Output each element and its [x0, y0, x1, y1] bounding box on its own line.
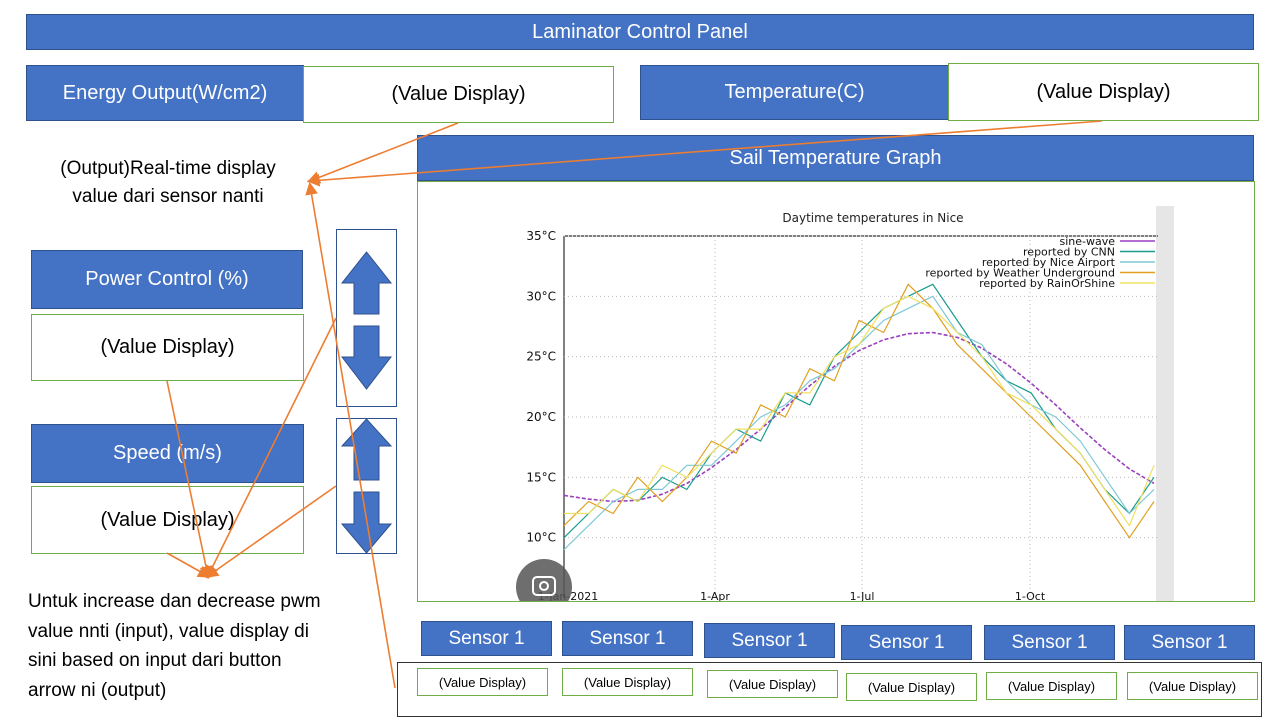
chart-scrollbar	[1156, 206, 1174, 601]
output-note: (Output)Real-time display value dari sen…	[28, 155, 308, 211]
down-arrow-icon[interactable]	[340, 491, 393, 554]
power-decrease-button[interactable]	[340, 325, 393, 390]
input-note-line: arrow ni (output)	[28, 679, 167, 701]
sensor-label: Sensor 1	[1124, 625, 1255, 660]
input-note-line: value nnti (input), value display di	[28, 620, 309, 642]
down-arrow-icon[interactable]	[340, 325, 393, 390]
x-tick-label: 1-Oct	[1015, 590, 1046, 601]
power-increase-button[interactable]	[340, 251, 393, 315]
power-control-value: (Value Display)	[31, 314, 304, 381]
energy-output-label: Energy Output(W/cm2)	[26, 65, 304, 121]
power-arrow-group	[336, 229, 397, 407]
up-arrow-icon[interactable]	[340, 251, 393, 315]
sensor-label: Sensor 1	[841, 625, 972, 660]
sensor-label: Sensor 1	[421, 621, 552, 656]
sensor-value: (Value Display)	[1127, 672, 1258, 700]
up-arrow-icon[interactable]	[340, 418, 393, 481]
sensor-value: (Value Display)	[846, 673, 977, 701]
input-note-line: Untuk increase dan decrease pwm	[28, 591, 321, 612]
chart-title: Daytime temperatures in Nice	[782, 211, 963, 225]
sensor-label: Sensor 1	[562, 621, 693, 656]
panel-title: Laminator Control Panel	[26, 14, 1254, 50]
sensor-value: (Value Display)	[417, 668, 548, 696]
y-tick-label: 15°C	[526, 470, 556, 484]
speed-label: Speed (m/s)	[31, 424, 304, 483]
y-tick-label: 30°C	[526, 289, 556, 303]
x-tick-label: 1-Apr	[700, 590, 730, 601]
input-note: Untuk increase dan decrease pwm value nn…	[28, 587, 388, 705]
y-tick-label: 25°C	[526, 350, 556, 364]
y-tick-label: 10°C	[526, 531, 556, 545]
sensor-label: Sensor 1	[984, 625, 1115, 660]
input-note-line: sini based on input dari button	[28, 650, 282, 671]
energy-output-value: (Value Display)	[303, 66, 614, 123]
sensor-value: (Value Display)	[707, 670, 838, 698]
output-note-line: value dari sensor nanti	[72, 186, 264, 207]
graph-header: Sail Temperature Graph	[417, 135, 1254, 181]
speed-decrease-button[interactable]	[340, 491, 393, 554]
speed-arrow-group	[336, 418, 397, 554]
sensor-value: (Value Display)	[986, 672, 1117, 700]
power-control-label: Power Control (%)	[31, 250, 303, 309]
output-note-line: (Output)Real-time display	[60, 158, 276, 179]
series-line-2	[563, 295, 1155, 551]
y-tick-label: 20°C	[526, 410, 556, 424]
speed-increase-button[interactable]	[340, 418, 393, 481]
temperature-value: (Value Display)	[948, 63, 1259, 121]
speed-value: (Value Display)	[31, 486, 304, 554]
x-tick-label: 1-Jul	[850, 590, 875, 601]
sensor-label: Sensor 1	[704, 623, 835, 658]
series-line-3	[563, 283, 1155, 539]
legend-label: reported by RainOrShine	[979, 277, 1115, 290]
temperature-chart: Daytime temperatures in Nice 35°C 30°C 25°C…	[417, 181, 1255, 615]
sensor-value: (Value Display)	[562, 668, 693, 696]
series-line-1	[563, 283, 1155, 539]
chart-svg: Daytime temperatures in Nice 35°C 30°C 25°C…	[516, 206, 1174, 615]
connector-line	[166, 552, 211, 578]
y-tick-label: 35°C	[526, 229, 556, 243]
temperature-label: Temperature(C)	[640, 65, 949, 120]
